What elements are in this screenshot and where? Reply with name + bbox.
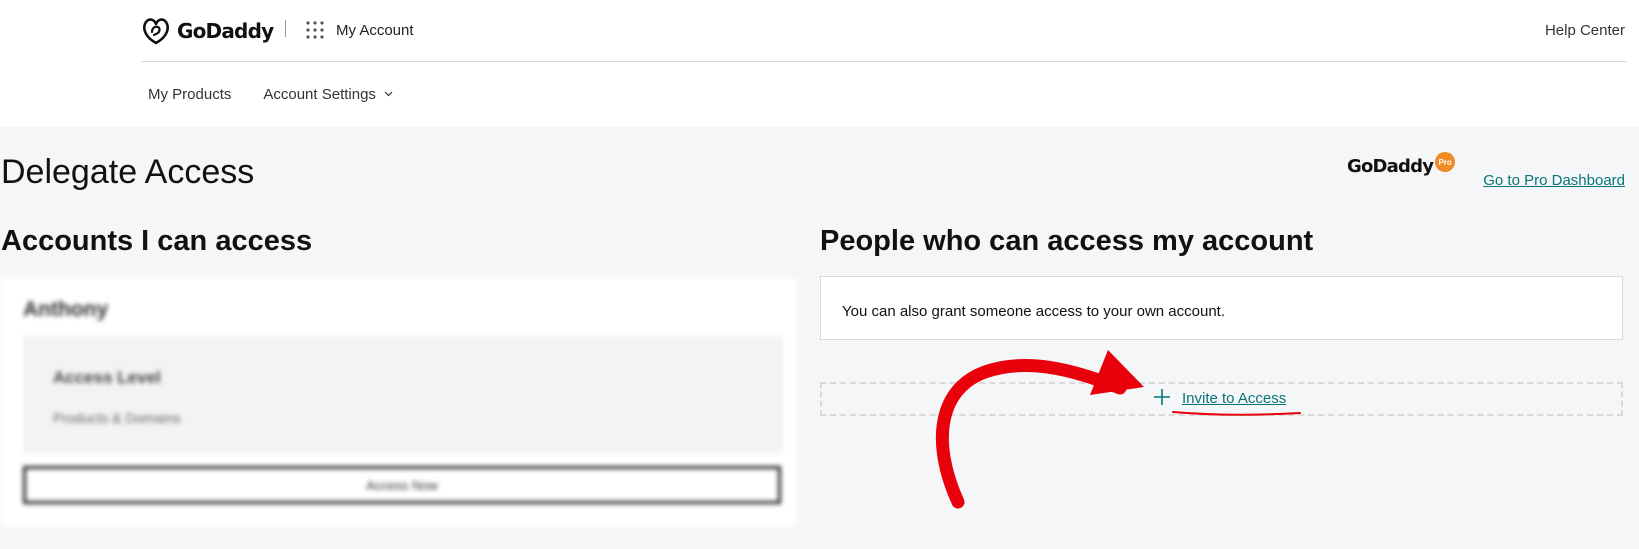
help-center-link[interactable]: Help Center [1545,22,1625,39]
apps-grid-icon[interactable] [306,21,324,39]
chevron-down-icon [384,91,393,97]
pro-badge: Pro [1435,152,1456,172]
page-title: Delegate Access [1,153,255,191]
access-level-label: Access Level [53,368,161,387]
invite-to-access-link[interactable]: Invite to Access [1182,390,1286,407]
godaddy-pro-logo: GoDaddy Pro [1347,152,1456,177]
app-title[interactable]: My Account [336,22,414,39]
brand-divider [285,20,286,37]
nav-account-settings-label: Account Settings [263,86,376,103]
accounts-i-can-access-heading: Accounts I can access [1,225,313,257]
nav-my-products[interactable]: My Products [148,86,231,103]
grant-access-info-box: You can also grant someone access to you… [820,276,1623,340]
plus-icon[interactable] [1152,387,1172,407]
people-who-can-access-heading: People who can access my account [820,225,1314,257]
top-header: GoDaddy My Account Help Center My Produc… [0,0,1639,127]
nav-account-settings[interactable]: Account Settings [263,86,393,103]
grant-access-info-text: You can also grant someone access to you… [842,303,1226,320]
main-nav: My Products Account Settings [148,86,425,103]
pro-dashboard-link[interactable]: Go to Pro Dashboard [1483,172,1625,189]
pro-logo-text: GoDaddy [1347,156,1434,177]
brand-name: GoDaddy [177,19,274,43]
access-level-panel: Access Level Products & Domains [23,336,783,454]
access-level-value: Products & Domains [53,410,181,426]
header-divider [141,61,1627,62]
account-access-card: Anthony Access Level Products & Domains … [1,278,797,526]
account-name: Anthony [23,298,109,321]
godaddy-logo-icon [143,18,169,45]
godaddy-logo[interactable]: GoDaddy [141,14,274,48]
access-now-button[interactable]: Access Now [23,466,781,504]
